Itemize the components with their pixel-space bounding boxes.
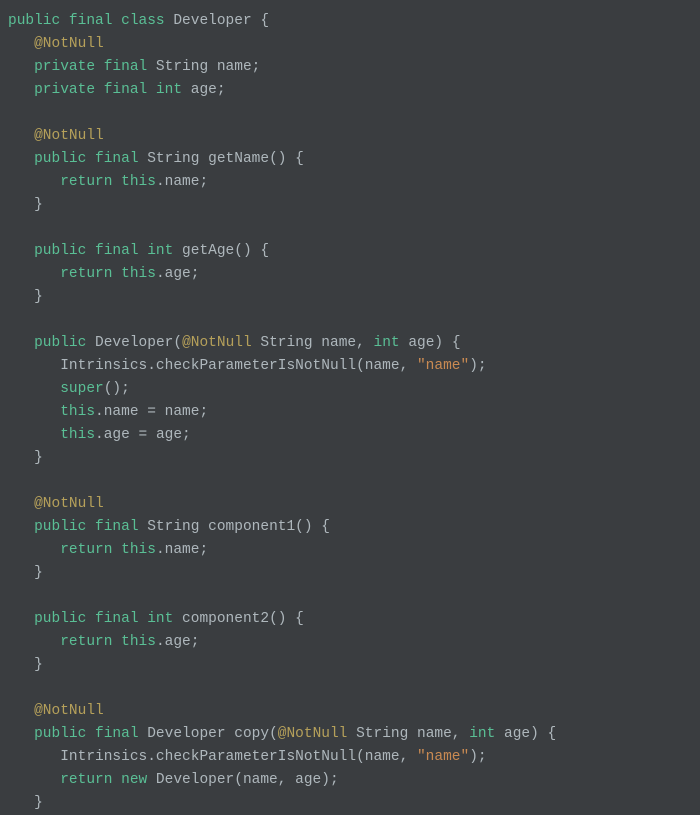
annotation: @NotNull: [34, 703, 104, 719]
annotation: @NotNull: [34, 496, 104, 512]
annotation: @NotNull: [34, 128, 104, 144]
annotation: @NotNull: [34, 36, 104, 52]
code-block: public final class Developer { @NotNull …: [8, 10, 692, 815]
code-line: public final class: [8, 13, 165, 29]
